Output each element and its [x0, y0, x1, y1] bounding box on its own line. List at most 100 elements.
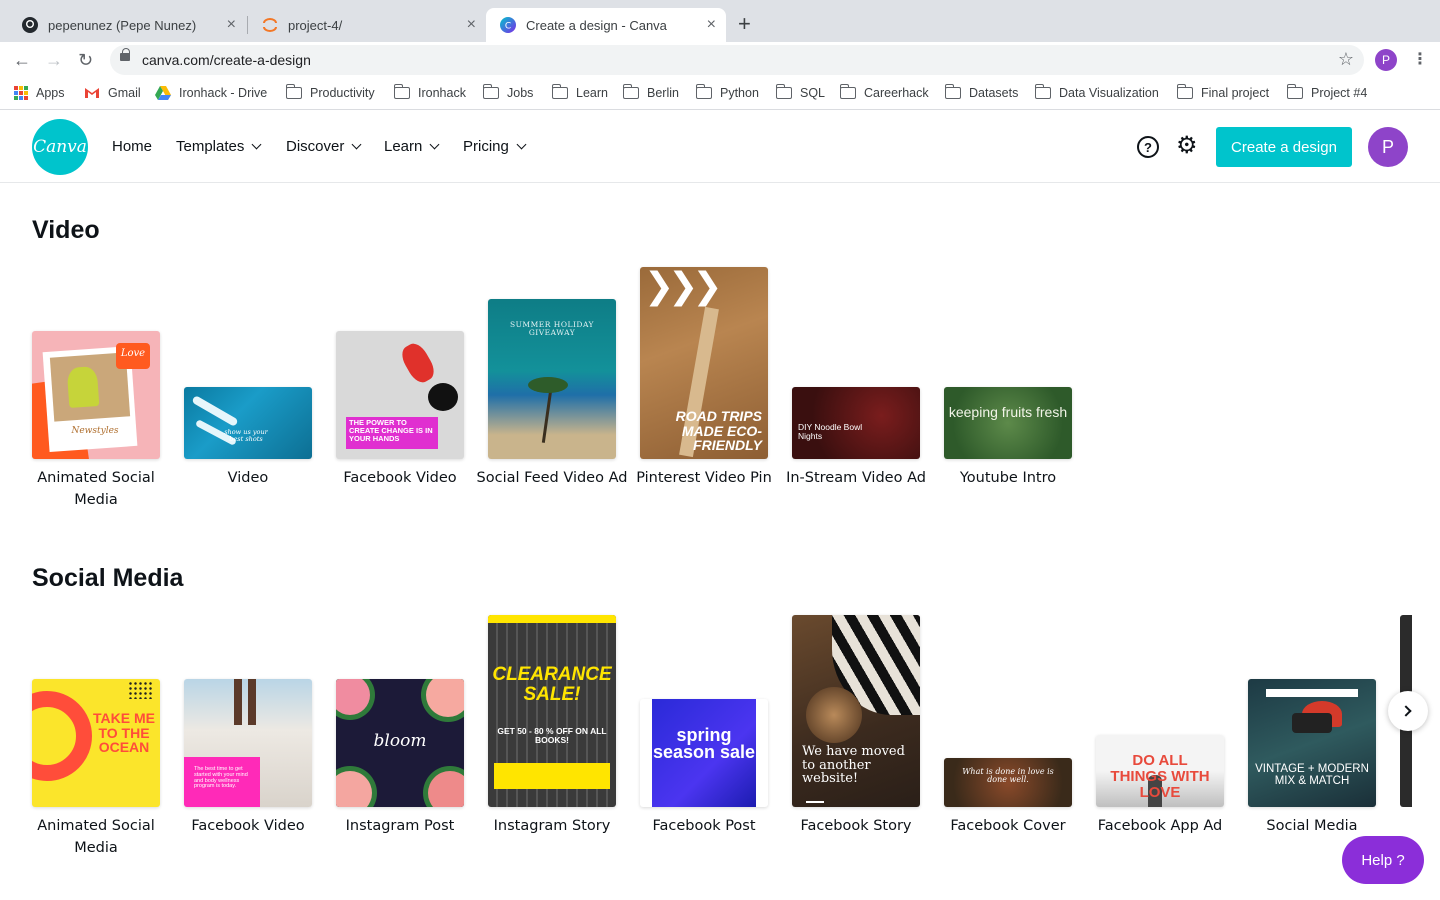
canva-header: Canva Home Templates Discover Learn Pric…: [0, 111, 1440, 183]
thumbnail-text: SUMMER HOLIDAY GIVEAWAY: [509, 320, 595, 337]
browser-toolbar: ← → ↻ canva.com/create-a-design ☆ P ⋮: [0, 42, 1440, 78]
close-tab-icon[interactable]: ×: [227, 17, 236, 33]
chevron-down-icon: [351, 139, 362, 150]
thumbnail-text: Newstyles: [71, 426, 119, 436]
close-tab-icon[interactable]: ×: [467, 17, 476, 33]
help-icon[interactable]: ?: [1137, 136, 1159, 158]
chevron-right-icon: ❯❯❯: [644, 267, 722, 306]
nav-templates[interactable]: Templates: [176, 138, 262, 155]
template-thumbnail[interactable]: DIY Noodle Bowl Nights: [792, 387, 920, 459]
bookmark-folder[interactable]: SQL: [775, 84, 826, 100]
bookmark-star-icon[interactable]: ☆: [1338, 49, 1354, 70]
bookmark-label: Ironhack - Drive: [179, 86, 268, 100]
thumbnail-text: DO ALL THINGS WITH LOVE: [1110, 752, 1210, 801]
folder-icon: [482, 84, 499, 99]
bookmark-folder[interactable]: Learn: [551, 84, 608, 100]
bookmark-gmail[interactable]: Gmail: [84, 86, 141, 100]
chevron-right-icon: [1400, 705, 1412, 717]
bookmark-folder[interactable]: Berlin: [622, 84, 679, 100]
avatar[interactable]: P: [1368, 127, 1408, 167]
template-label: Facebook Post: [652, 818, 756, 834]
bookmarks-bar: Apps Gmail Ironhack - Drive Productivity…: [0, 78, 1440, 110]
chevron-down-icon: [516, 139, 527, 150]
nav-discover[interactable]: Discover: [286, 138, 362, 155]
nav-learn[interactable]: Learn: [384, 138, 440, 155]
nav-home[interactable]: Home: [112, 138, 152, 155]
lock-icon: [120, 48, 130, 61]
bookmark-ironhack-drive[interactable]: Ironhack - Drive: [155, 86, 267, 100]
thumbnail-text: ROAD TRIPS MADE ECO-FRIENDLY: [675, 408, 762, 454]
thumbnail-text: keeping fruits fresh: [948, 404, 1068, 420]
new-tab-icon[interactable]: +: [738, 13, 751, 35]
folder-icon: [775, 84, 792, 99]
browser-tab-jupyter[interactable]: project-4/ ×: [248, 8, 486, 42]
template-thumbnail[interactable]: TAKE ME TO THE OCEAN: [32, 679, 160, 807]
bookmark-folder[interactable]: Python: [695, 84, 759, 100]
template-thumbnail[interactable]: VINTAGE + MODERN MIX & MATCH: [1248, 679, 1376, 807]
canva-logo[interactable]: Canva: [32, 119, 88, 175]
template-label: Facebook Video: [343, 470, 457, 486]
nav-label: Learn: [384, 138, 423, 155]
drive-icon: [155, 86, 171, 100]
folder-icon: [695, 84, 712, 99]
folder-icon: [944, 84, 961, 99]
bookmark-folder[interactable]: Final project: [1176, 84, 1270, 100]
thumbnail-text: spring season sale: [652, 725, 756, 763]
thumbnail-text: What is done in love is done well.: [962, 767, 1054, 785]
gear-icon[interactable]: ⚙: [1176, 133, 1198, 159]
browser-tab-canva[interactable]: C Create a design - Canva ×: [486, 8, 726, 42]
nav-label: Pricing: [463, 138, 509, 155]
bookmark-label: Python: [720, 86, 759, 100]
bookmark-label: Careerhack: [864, 86, 929, 100]
bookmark-label: Final project: [1201, 86, 1270, 100]
chevron-down-icon: [251, 139, 262, 150]
template-thumbnail[interactable]: SUMMER HOLIDAY GIVEAWAY: [488, 299, 616, 459]
nav-label: Home: [112, 138, 153, 155]
template-thumbnail[interactable]: DO ALL THINGS WITH LOVE: [1096, 735, 1224, 807]
thumbnail-text: show us your best shots: [224, 428, 268, 443]
thumbnail-text: The best time to get started with your m…: [194, 766, 248, 790]
template-label: Instagram Post: [345, 818, 455, 834]
template-thumbnail[interactable]: show us your best shots: [184, 387, 312, 459]
template-thumbnail[interactable]: ❯❯❯ ROAD TRIPS MADE ECO-FRIENDLY: [640, 267, 768, 459]
create-design-button[interactable]: Create a design: [1216, 127, 1352, 167]
template-label: Youtube Intro: [959, 470, 1057, 486]
bookmark-folder[interactable]: Careerhack: [839, 84, 929, 100]
help-button[interactable]: Help ?: [1342, 836, 1424, 884]
bookmark-folder[interactable]: Productivity: [285, 84, 375, 100]
bookmark-folder[interactable]: Jobs: [482, 84, 533, 100]
template-thumbnail[interactable]: THE POWER TO CREATE CHANGE IS IN YOUR HA…: [336, 331, 464, 459]
scroll-right-button[interactable]: [1388, 691, 1428, 731]
template-thumbnail[interactable]: keeping fruits fresh: [944, 387, 1072, 459]
bookmark-folder[interactable]: Project #4: [1286, 84, 1368, 100]
browser-profile-avatar[interactable]: P: [1375, 49, 1397, 71]
bookmark-label: Apps: [36, 86, 65, 100]
chevron-down-icon: [429, 139, 440, 150]
template-thumbnail[interactable]: Love Newstyles: [32, 331, 160, 459]
address-bar[interactable]: canva.com/create-a-design ☆: [110, 45, 1364, 75]
bookmark-label: SQL: [800, 86, 826, 100]
template-label: Facebook Story: [800, 818, 912, 834]
bookmark-folder[interactable]: Datasets: [944, 84, 1019, 100]
template-thumbnail[interactable]: bloom: [336, 679, 464, 807]
template-thumbnail[interactable]: The best time to get started with your m…: [184, 679, 312, 807]
reload-icon[interactable]: ↻: [78, 50, 93, 70]
template-thumbnail[interactable]: CLEARANCE SALE! GET 50 - 80 % OFF ON ALL…: [488, 615, 616, 807]
close-tab-icon[interactable]: ×: [707, 17, 716, 33]
back-icon[interactable]: ←: [13, 50, 31, 70]
bookmark-folder[interactable]: Ironhack: [393, 84, 466, 100]
bookmark-folder[interactable]: Data Visualization: [1034, 84, 1159, 100]
tab-title: Create a design - Canva: [526, 17, 667, 33]
template-thumbnail[interactable]: spring season sale: [640, 699, 768, 807]
nav-pricing[interactable]: Pricing: [463, 138, 527, 155]
template-thumbnail[interactable]: What is done in love is done well.: [944, 758, 1072, 807]
template-thumbnail[interactable]: We have moved to another website!: [792, 615, 920, 807]
canva-icon: C: [500, 17, 516, 33]
bookmark-label: Datasets: [969, 86, 1019, 100]
thumbnail-text: CLEARANCE SALE!: [492, 664, 612, 705]
bookmark-apps[interactable]: Apps: [14, 86, 65, 100]
browser-menu-icon[interactable]: ⋮: [1412, 50, 1428, 70]
browser-tab-github[interactable]: pepenunez (Pepe Nunez) ×: [8, 8, 246, 42]
forward-icon[interactable]: →: [45, 50, 63, 70]
bookmark-label: Project #4: [1311, 86, 1368, 100]
